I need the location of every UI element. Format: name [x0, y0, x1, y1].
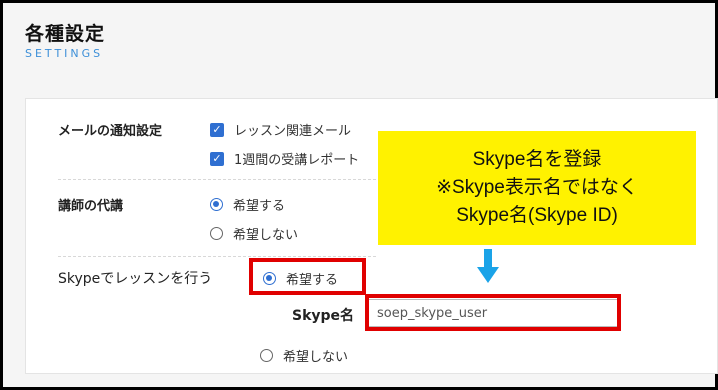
radio-selected-icon[interactable]: [210, 198, 223, 211]
skype-name-label: Skype名: [292, 308, 355, 324]
screenshot-frame: 各種設定 SETTINGS メールの通知設定 ✓ レッスン関連メール ✓ 1週間…: [0, 0, 718, 390]
radio-label: 希望する: [233, 199, 286, 214]
radio-label: 希望しない: [233, 228, 299, 243]
arrow-down-icon: [477, 249, 499, 283]
page-title: 各種設定: [25, 23, 106, 45]
divider: [58, 256, 376, 257]
skype-option-yes[interactable]: 希望する: [263, 269, 338, 288]
mail-option-lesson[interactable]: ✓ レッスン関連メール: [210, 120, 351, 139]
mail-option-label: レッスン関連メール: [234, 124, 352, 139]
radio-label: 希望しない: [283, 350, 349, 365]
callout-line: Skype名(Skype ID): [456, 205, 618, 226]
radio-unselected-icon[interactable]: [260, 349, 273, 362]
annotation-callout: Skype名を登録 ※Skype表示名ではなく Skype名(Skype ID): [378, 131, 696, 245]
radio-selected-icon[interactable]: [263, 272, 276, 285]
mail-settings-label: メールの通知設定: [58, 124, 163, 139]
check-icon[interactable]: ✓: [210, 151, 224, 166]
radio-label: 希望する: [286, 273, 339, 288]
callout-line: Skype名を登録: [472, 149, 602, 170]
radio-unselected-icon[interactable]: [210, 227, 223, 240]
substitute-option-no[interactable]: 希望しない: [210, 224, 298, 243]
divider: [58, 179, 376, 180]
substitute-label: 講師の代講: [58, 199, 124, 214]
skype-option-no[interactable]: 希望しない: [260, 346, 348, 365]
check-icon[interactable]: ✓: [210, 122, 224, 137]
page-subtitle: SETTINGS: [25, 47, 104, 60]
skype-lesson-label: Skypeでレッスンを行う: [58, 271, 213, 287]
mail-option-weekly-report[interactable]: ✓ 1週間の受講レポート: [210, 149, 359, 168]
mail-option-label: 1週間の受講レポート: [234, 153, 360, 168]
substitute-option-yes[interactable]: 希望する: [210, 195, 285, 214]
callout-line: ※Skype表示名ではなく: [436, 177, 638, 198]
skype-name-input[interactable]: [368, 299, 618, 327]
